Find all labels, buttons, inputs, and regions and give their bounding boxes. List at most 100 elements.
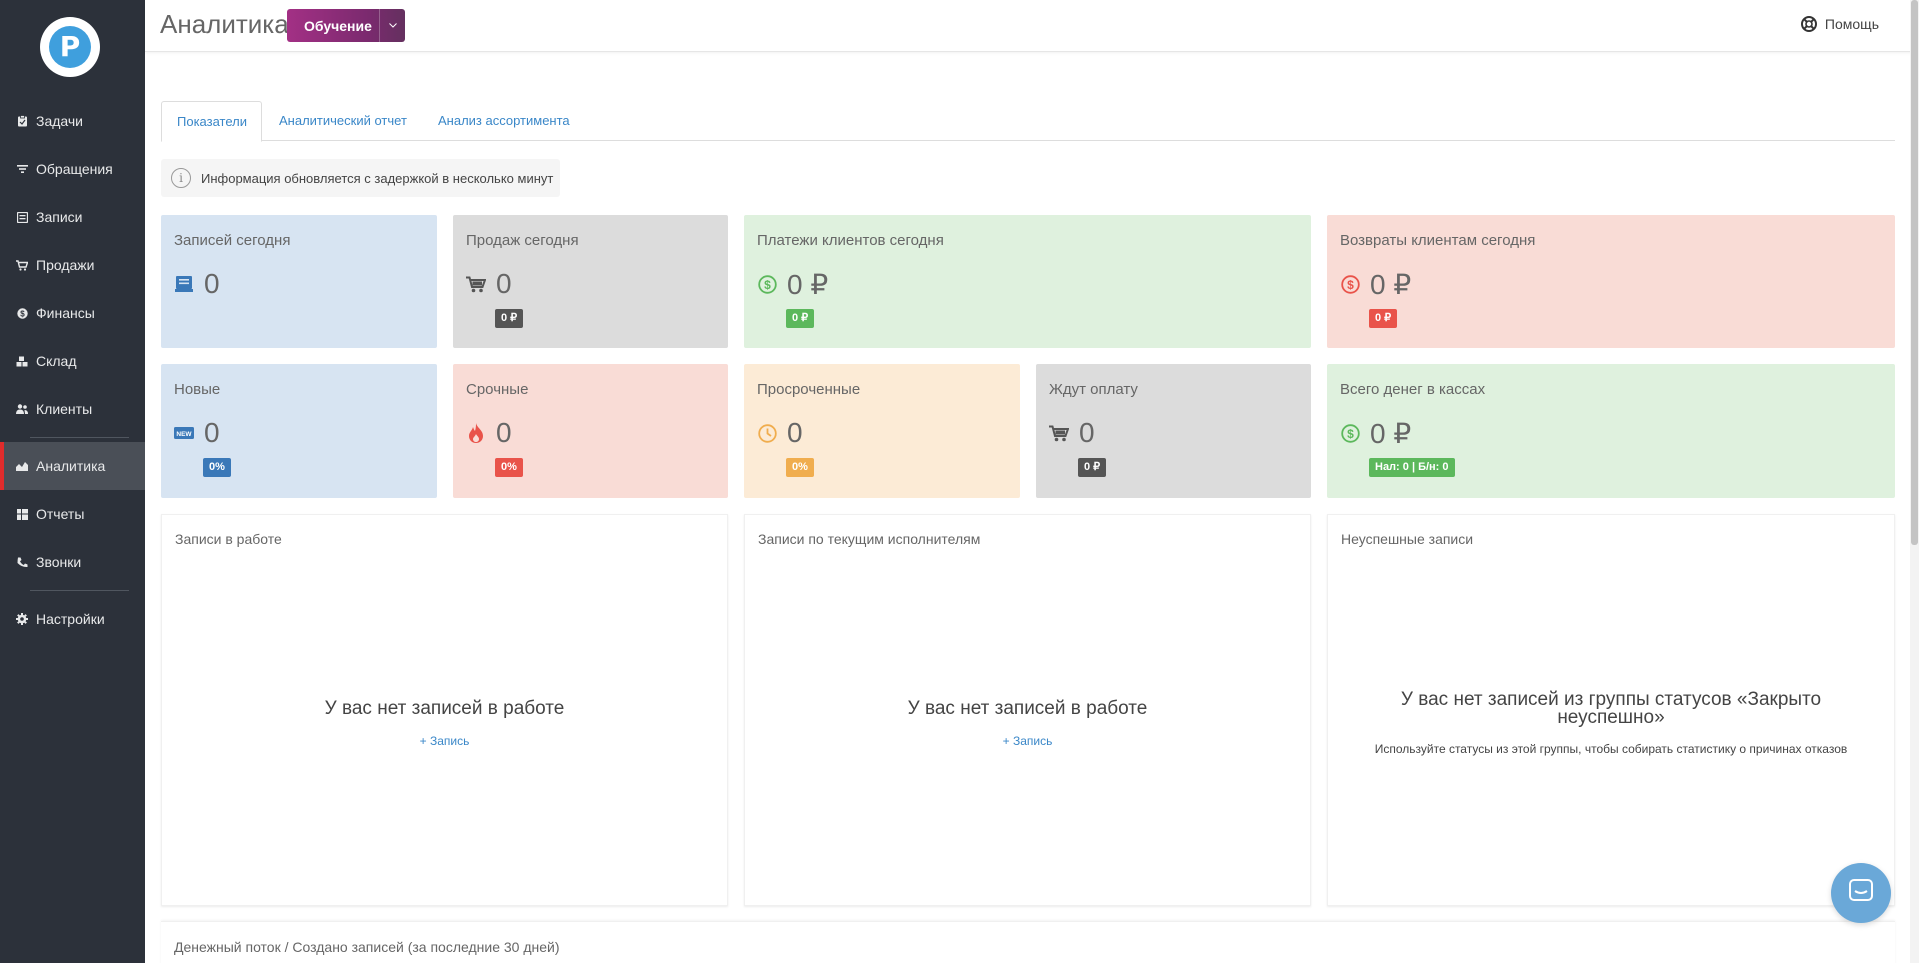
card-badge: 0% (786, 458, 814, 477)
add-record-link[interactable]: + Запись (745, 734, 1310, 748)
chart-area-icon (16, 460, 28, 472)
coin-icon: $ (16, 307, 28, 319)
page-title: Аналитика (160, 9, 289, 39)
card-badge: Нал: 0 | Б/н: 0 (1369, 458, 1455, 477)
sidebar-item-sales[interactable]: Продажи (0, 241, 145, 289)
sidebar-item-label: Настройки (36, 611, 105, 627)
app-logo[interactable]: P (40, 17, 100, 77)
fire-icon (466, 423, 486, 443)
panel-cashflow: Денежный поток / Создано записей (за пос… (161, 921, 1895, 963)
card-title: Ждут оплату (1049, 381, 1138, 398)
panel-title: Неуспешные записи (1341, 531, 1474, 547)
card-refunds-today: Возвраты клиентам сегодня $ 0 ₽ 0 ₽ (1327, 215, 1895, 348)
svg-text:NEW: NEW (176, 431, 192, 438)
sidebar-item-warehouse[interactable]: Склад (0, 337, 145, 385)
filter-icon (16, 163, 28, 175)
sidebar-item-label: Аналитика (36, 458, 106, 474)
sidebar-item-tasks[interactable]: Задачи (0, 97, 145, 145)
sidebar-item-reports[interactable]: Отчеты (0, 490, 145, 538)
card-urgent: Срочные 0 0% (453, 364, 728, 498)
card-overdue: Просроченные 0 0% (744, 364, 1020, 498)
card-value: 0 (466, 268, 512, 300)
sidebar-item-label: Продажи (36, 257, 95, 273)
dollar-circle-icon: $ (1340, 275, 1360, 295)
card-title: Просроченные (757, 381, 861, 398)
table-icon (16, 508, 28, 520)
learn-button-label: Обучение (304, 17, 372, 34)
card-title: Всего денег в кассах (1340, 381, 1486, 398)
records-icon (16, 211, 28, 223)
card-value: 0 (466, 417, 512, 449)
empty-state-text: У вас нет записей в работе (324, 698, 565, 719)
card-title: Срочные (466, 381, 529, 398)
card-new: Новые NEW 0 0% (161, 364, 437, 498)
scrollbar-thumb[interactable] (1911, 0, 1918, 545)
card-awaiting-payment: Ждут оплату 0 0 ₽ (1036, 364, 1311, 498)
sidebar: P Задачи Обращения Записи Продажи $ Фина… (0, 0, 145, 963)
tab-indicators[interactable]: Показатели (161, 101, 262, 142)
analytics-tabs: Показатели Аналитический отчет Анализ ас… (161, 101, 1895, 142)
sidebar-item-requests[interactable]: Обращения (0, 145, 145, 193)
sidebar-item-label: Задачи (36, 113, 84, 129)
chevron-down-icon[interactable] (379, 9, 405, 42)
card-badge: 0% (203, 458, 231, 477)
cart-icon (466, 274, 486, 294)
card-value: $ 0 ₽ (757, 268, 828, 301)
card-value: NEW 0 (174, 417, 220, 449)
dollar-circle-icon: $ (1340, 424, 1360, 444)
sidebar-item-clients[interactable]: Клиенты (0, 385, 145, 433)
panel-title: Записи по текущим исполнителям (758, 531, 981, 547)
panel-title: Записи в работе (175, 531, 282, 547)
sidebar-nav: Задачи Обращения Записи Продажи $ Финанс… (0, 97, 145, 643)
empty-state-note: Используйте статусы из этой группы, чтоб… (1374, 742, 1848, 756)
sidebar-item-label: Клиенты (36, 401, 93, 417)
sidebar-item-calls[interactable]: Звонки (0, 538, 145, 586)
help-link[interactable]: Помощь (1800, 16, 1879, 32)
tab-analytic-report[interactable]: Аналитический отчет (264, 101, 422, 141)
boxes-icon (16, 355, 28, 367)
lifebuoy-icon (1800, 16, 1817, 32)
card-value: 0 (1049, 417, 1095, 449)
sidebar-item-finance[interactable]: $ Финансы (0, 289, 145, 337)
card-badge: 0% (495, 458, 523, 477)
card-title: Платежи клиентов сегодня (757, 232, 944, 249)
top-header: Аналитика Обучение Помощь (145, 0, 1919, 52)
sidebar-item-analytics[interactable]: Аналитика (0, 442, 145, 490)
phone-icon (16, 556, 28, 568)
card-badge: 0 ₽ (1369, 309, 1398, 328)
panel-title: Денежный поток / Создано записей (за пос… (174, 939, 560, 955)
inbox-icon (174, 274, 194, 294)
clock-icon (757, 423, 777, 443)
add-record-link[interactable]: + Запись (162, 734, 727, 748)
sidebar-item-label: Обращения (36, 161, 113, 177)
card-value: $ 0 ₽ (1340, 268, 1411, 301)
tab-assortment-analysis[interactable]: Анализ ассортимента (423, 101, 585, 141)
card-title: Новые (174, 381, 221, 398)
dollar-circle-icon: $ (757, 275, 777, 295)
sidebar-divider (30, 437, 129, 438)
card-value: 0 (174, 268, 220, 300)
sidebar-item-label: Финансы (36, 305, 95, 321)
logo-letter: P (59, 30, 81, 63)
sidebar-item-label: Склад (36, 353, 77, 369)
clipboard-icon (16, 115, 28, 127)
svg-text:$: $ (1347, 278, 1354, 292)
users-icon (16, 403, 28, 415)
chat-icon (1848, 878, 1874, 909)
sidebar-item-settings[interactable]: Настройки (0, 595, 145, 643)
info-icon: i (171, 168, 191, 188)
card-total-cash: Всего денег в кассах $ 0 ₽ Нал: 0 | Б/н:… (1327, 364, 1895, 498)
panel-failed-records: Неуспешные записи У вас нет записей из г… (1327, 514, 1895, 906)
new-badge-icon: NEW (174, 423, 194, 443)
sidebar-item-label: Звонки (36, 554, 82, 570)
card-badge: 0 ₽ (1078, 458, 1107, 477)
learn-dropdown-button[interactable]: Обучение (287, 9, 405, 42)
info-banner: i Информация обновляется с задержкой в н… (161, 159, 560, 197)
empty-state-text-line2: неуспешно» (1557, 707, 1665, 728)
sidebar-item-records[interactable]: Записи (0, 193, 145, 241)
card-payments-today: Платежи клиентов сегодня $ 0 ₽ 0 ₽ (744, 215, 1311, 348)
chat-launcher-button[interactable] (1831, 863, 1891, 923)
gear-icon (16, 613, 28, 625)
card-value: $ 0 ₽ (1340, 417, 1411, 450)
card-records-today: Записей сегодня 0 (161, 215, 437, 348)
